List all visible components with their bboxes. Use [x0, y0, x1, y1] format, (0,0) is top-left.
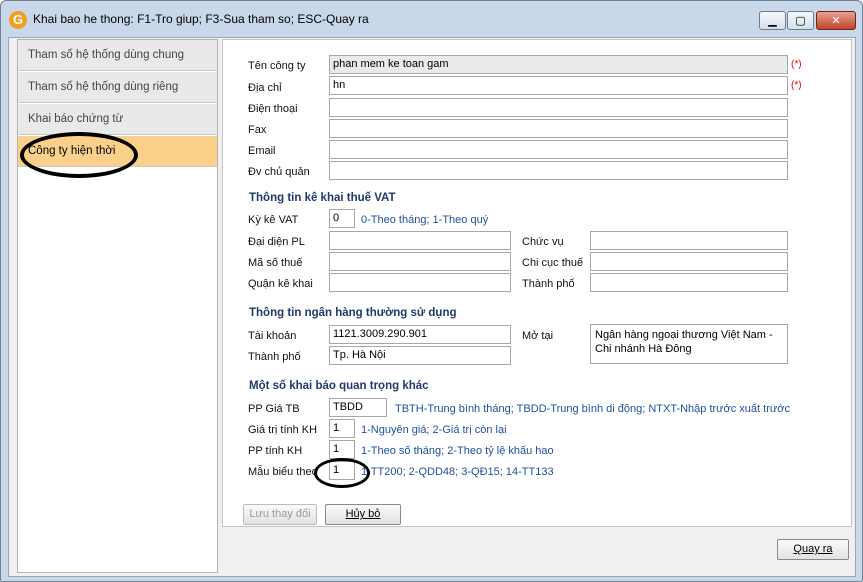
- vat-section-title: Thông tin kê khai thuế VAT: [249, 192, 396, 204]
- window-title: Khai bao he thong: F1-Tro giup; F3-Sua t…: [33, 12, 369, 26]
- phone-label: Điện thoại: [248, 103, 298, 115]
- legal-rep-label: Đại diện PL: [248, 236, 305, 248]
- position-field[interactable]: [590, 231, 788, 250]
- district-label: Quận kê khai: [248, 278, 313, 290]
- fax-label: Fax: [248, 124, 267, 136]
- company-form: Tên công ty phan mem ke toan gam (*) Địa…: [222, 39, 852, 527]
- parent-unit-field[interactable]: [329, 161, 788, 180]
- bank-name-field[interactable]: Ngân hàng ngoại thương Việt Nam - Chi nh…: [590, 324, 788, 364]
- bank-section-title: Thông tin ngân hàng thường sử dụng: [249, 307, 457, 319]
- main-window: G Khai bao he thong: F1-Tro giup; F3-Sua…: [0, 0, 863, 582]
- depreciation-method-label: PP tính KH: [248, 445, 303, 457]
- avg-price-method-field[interactable]: TBDD: [329, 398, 387, 417]
- annotation-circle: [20, 132, 138, 178]
- dialog-body: Tham số hệ thống dùng chung Tham số hệ t…: [8, 37, 856, 577]
- tax-code-field[interactable]: [329, 252, 511, 271]
- depreciation-method-field[interactable]: 1: [329, 440, 355, 459]
- legal-rep-field[interactable]: [329, 231, 511, 250]
- minimize-button[interactable]: ▁: [759, 11, 786, 30]
- bank-name-label: Mở tại: [522, 330, 554, 342]
- depreciation-base-field[interactable]: 1: [329, 419, 355, 438]
- required-marker: (*): [791, 80, 802, 91]
- annotation-circle: [314, 458, 370, 488]
- vat-city-field[interactable]: [590, 273, 788, 292]
- sidebar-item-shared-params[interactable]: Tham số hệ thống dùng chung: [18, 40, 217, 71]
- app-logo-icon: G: [9, 11, 27, 29]
- report-template-hint: 1-TT200; 2-QDD48; 3-QĐ15; 14-TT133: [361, 466, 554, 478]
- parent-unit-label: Đv chủ quản: [248, 166, 310, 178]
- email-label: Email: [248, 145, 276, 157]
- position-label: Chức vụ: [522, 236, 564, 248]
- company-name-label: Tên công ty: [248, 60, 306, 72]
- district-field[interactable]: [329, 273, 511, 292]
- maximize-button[interactable]: ▢: [787, 11, 814, 30]
- sidebar: Tham số hệ thống dùng chung Tham số hệ t…: [17, 39, 218, 573]
- vat-period-label: Kỳ kê VAT: [248, 214, 299, 226]
- title-bar[interactable]: G Khai bao he thong: F1-Tro giup; F3-Sua…: [1, 1, 862, 37]
- tax-office-label: Chi cục thuế: [522, 257, 584, 269]
- other-section-title: Một số khai báo quan trọng khác: [249, 380, 429, 392]
- vat-period-hint: 0-Theo tháng; 1-Theo quý: [361, 214, 489, 226]
- tax-code-label: Mã số thuế: [248, 257, 303, 269]
- bank-city-label: Thành phố: [248, 351, 301, 363]
- tax-office-field[interactable]: [590, 252, 788, 271]
- vat-city-label: Thành phố: [522, 278, 575, 290]
- avg-price-method-label: PP Giá TB: [248, 403, 300, 415]
- report-template-label: Mẫu biểu theo: [248, 466, 318, 478]
- bank-city-field[interactable]: Tp. Hà Nội: [329, 346, 511, 365]
- cancel-button[interactable]: Hủy bỏ: [325, 504, 401, 525]
- exit-button[interactable]: Quay ra: [777, 539, 849, 560]
- phone-field[interactable]: [329, 98, 788, 117]
- email-field[interactable]: [329, 140, 788, 159]
- bank-account-field[interactable]: 1121.3009.290.901: [329, 325, 511, 344]
- required-marker: (*): [791, 59, 802, 70]
- address-field[interactable]: hn: [329, 76, 788, 95]
- company-name-field[interactable]: phan mem ke toan gam: [329, 55, 788, 74]
- sidebar-item-private-params[interactable]: Tham số hệ thống dùng riêng: [18, 72, 217, 103]
- depreciation-method-hint: 1-Theo số tháng; 2-Theo tỷ lệ khấu hao: [361, 445, 554, 457]
- address-label: Địa chỉ: [248, 82, 282, 94]
- sidebar-item-vouchers[interactable]: Khai báo chứng từ: [18, 104, 217, 135]
- depreciation-base-label: Giá trị tính KH: [248, 424, 318, 436]
- vat-period-field[interactable]: 0: [329, 209, 355, 228]
- bank-account-label: Tài khoản: [248, 330, 297, 342]
- close-button[interactable]: ✕: [816, 11, 856, 30]
- fax-field[interactable]: [329, 119, 788, 138]
- depreciation-base-hint: 1-Nguyên giá; 2-Giá trị còn lại: [361, 424, 507, 436]
- avg-price-method-hint: TBTH-Trung bình tháng; TBDD-Trung bình d…: [395, 403, 790, 415]
- save-changes-button[interactable]: Lưu thay đổi: [243, 504, 317, 525]
